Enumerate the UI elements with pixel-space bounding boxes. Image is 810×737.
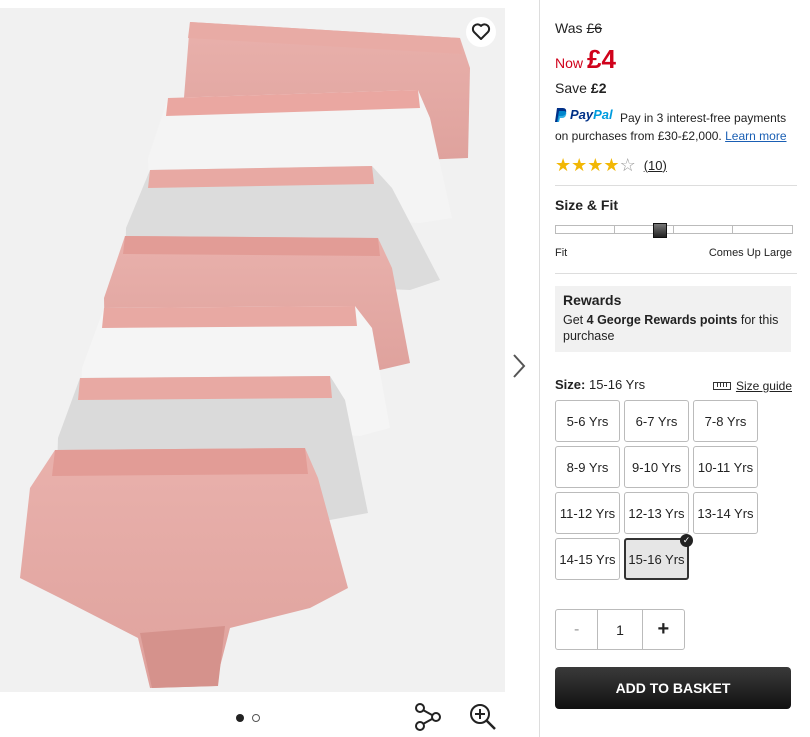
- next-image-chevron-right-icon[interactable]: [510, 352, 528, 380]
- size-option-selected[interactable]: 15-16 Yrs ✓: [624, 534, 693, 580]
- rewards-text: Get 4 George Rewards points for this pur…: [563, 313, 779, 343]
- save-value: £2: [590, 80, 607, 96]
- now-value: £4: [587, 44, 616, 74]
- rewards-box: Rewards Get 4 George Rewards points for …: [555, 286, 791, 352]
- ruler-icon: [712, 382, 731, 390]
- size-option[interactable]: 13-14 Yrs: [693, 492, 758, 534]
- gallery-pagination: [236, 714, 260, 722]
- review-count-link[interactable]: (10): [644, 158, 667, 173]
- divider: [555, 185, 797, 186]
- size-option[interactable]: 8-9 Yrs: [555, 446, 620, 488]
- size-option[interactable]: 9-10 Yrs: [624, 446, 689, 488]
- was-label: Was: [555, 20, 583, 36]
- gallery-dot-1[interactable]: [236, 714, 244, 722]
- size-option[interactable]: 10-11 Yrs: [693, 446, 758, 488]
- check-icon: ✓: [680, 534, 693, 547]
- fit-tick: [614, 226, 615, 233]
- product-details-panel: Was £6 Now £4 Save £2 Pay Pal Pay in 3 inter…: [539, 0, 810, 737]
- learn-more-link[interactable]: Learn more: [725, 129, 786, 143]
- add-to-basket-button[interactable]: ADD TO BASKET: [555, 667, 791, 709]
- fit-right-label: Comes Up Large: [708, 247, 792, 259]
- fit-tick: [732, 226, 733, 233]
- share-icon[interactable]: [413, 702, 443, 732]
- save-label: Save: [555, 80, 587, 96]
- rewards-points: 4 George Rewards points: [586, 313, 738, 327]
- was-value: £6: [586, 20, 603, 36]
- quantity-stepper: - 1 +: [555, 609, 685, 650]
- rating[interactable]: ★ ★ ★ ★ ☆ (10): [555, 156, 667, 174]
- now-price: Now £4: [555, 44, 616, 75]
- product-image-gallery: [0, 8, 505, 692]
- fit-indicator: [653, 223, 667, 238]
- save-price: Save £2: [555, 80, 607, 96]
- size-option[interactable]: 14-15 Yrs: [555, 538, 620, 580]
- quantity-decrease-button[interactable]: -: [556, 610, 599, 649]
- size-option[interactable]: 7-8 Yrs: [693, 400, 758, 442]
- size-option[interactable]: 11-12 Yrs: [555, 492, 620, 534]
- wishlist-heart-icon[interactable]: [466, 17, 496, 47]
- size-guide-link[interactable]: Size guide: [712, 379, 792, 393]
- paypal-logo: Pay Pal: [555, 106, 613, 124]
- size-option[interactable]: 12-13 Yrs: [624, 492, 689, 534]
- rewards-title: Rewards: [563, 292, 622, 308]
- fit-tick: [673, 226, 674, 233]
- size-fit-scale: [555, 223, 793, 238]
- product-image: [20, 22, 470, 688]
- selected-size: 15-16 Yrs: [588, 377, 646, 392]
- was-price: Was £6: [555, 20, 602, 36]
- now-label: Now: [555, 55, 584, 71]
- paypal-banner: Pay Pal Pay in 3 interest-free payments o…: [555, 106, 800, 145]
- star-icon: ★: [571, 155, 588, 175]
- size-label: Size: 15-16 Yrs: [555, 377, 646, 392]
- gallery-dot-2[interactable]: [252, 714, 260, 722]
- divider: [555, 273, 797, 274]
- paypal-icon: [555, 108, 567, 122]
- star-icon: ★: [603, 155, 620, 175]
- fit-left-label: Fit: [555, 247, 568, 259]
- size-option[interactable]: 5-6 Yrs: [555, 400, 620, 442]
- star-icon: ★: [587, 155, 604, 175]
- zoom-in-icon[interactable]: [468, 702, 498, 732]
- size-option[interactable]: 6-7 Yrs: [624, 400, 689, 442]
- quantity-increase-button[interactable]: +: [643, 610, 684, 649]
- star-empty-icon: ☆: [619, 155, 636, 175]
- size-fit-title: Size & Fit: [555, 197, 619, 213]
- size-options: 5-6 Yrs 6-7 Yrs 7-8 Yrs 8-9 Yrs 9-10 Yrs…: [555, 400, 758, 580]
- quantity-value[interactable]: 1: [598, 610, 643, 649]
- star-icon: ★: [555, 155, 572, 175]
